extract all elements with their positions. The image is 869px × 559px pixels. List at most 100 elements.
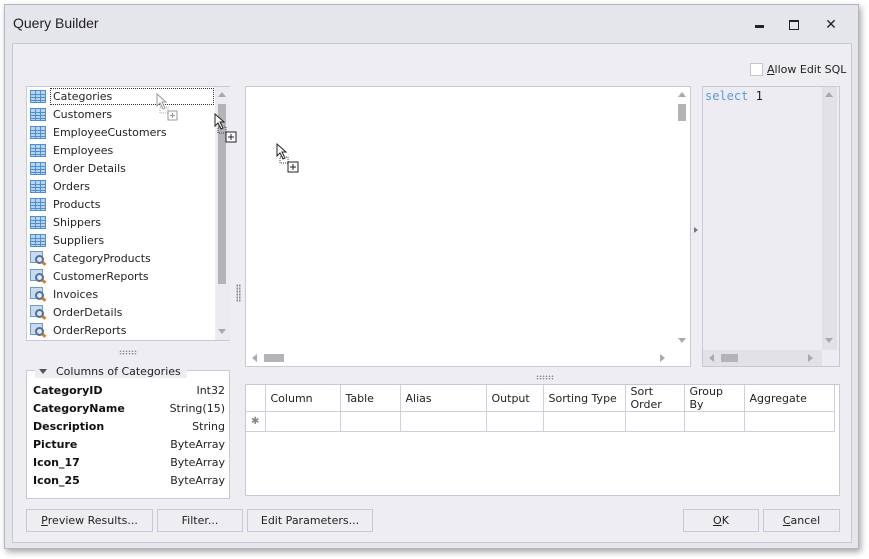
- grid-cell[interactable]: [684, 411, 745, 432]
- grid-cell[interactable]: [625, 411, 685, 432]
- scroll-left-arrow-icon[interactable]: [252, 354, 257, 362]
- expand-sql-arrow-icon[interactable]: [694, 227, 698, 233]
- grid-table: Column Table Alias Output Sorting Type Sort O…: [246, 385, 835, 432]
- scroll-up-arrow-icon[interactable]: [218, 92, 226, 97]
- columns-group-header[interactable]: Columns of Categories: [35, 364, 187, 378]
- close-icon: ✕: [825, 17, 837, 33]
- scroll-thumb[interactable]: [678, 104, 686, 121]
- table-list-item[interactable]: OrderReports: [27, 321, 215, 339]
- table-name: Customers: [53, 107, 113, 121]
- table-list-item[interactable]: OrderDetails: [27, 303, 215, 321]
- table-list-item[interactable]: Invoices: [27, 285, 215, 303]
- grid-header-sorting-type[interactable]: Sorting Type: [543, 385, 626, 412]
- scroll-left-arrow-icon[interactable]: [709, 354, 714, 362]
- table-name: Employees: [53, 143, 114, 157]
- sql-editor[interactable]: select 1: [702, 86, 840, 367]
- tables-list-panel: Categories Customers EmployeeCustomers Empl…: [26, 86, 230, 341]
- minimize-button[interactable]: [745, 13, 773, 37]
- scroll-thumb[interactable]: [264, 354, 284, 362]
- dialog-client-area: Allow Edit SQL Categories Customers Employ…: [12, 43, 852, 543]
- table-list-item[interactable]: Order Details: [27, 159, 215, 177]
- diagram-vertical-scrollbar[interactable]: [675, 87, 690, 350]
- table-name: Products: [53, 197, 101, 211]
- maximize-button[interactable]: [780, 13, 808, 37]
- grid-header-column[interactable]: Column: [265, 385, 341, 412]
- splitter-grip-vertical[interactable]: [236, 284, 241, 302]
- filter-button[interactable]: Filter...: [157, 509, 243, 532]
- table-list-item[interactable]: Categories: [27, 87, 215, 105]
- column-name: Picture: [33, 437, 78, 451]
- sql-horizontal-scrollbar[interactable]: [703, 350, 822, 366]
- grid-header-alias[interactable]: Alias: [400, 385, 487, 412]
- new-row[interactable]: ✱: [246, 411, 835, 432]
- table-icon: [30, 233, 46, 247]
- table-name: EmployeeCustomers: [53, 125, 167, 139]
- columns-group-title: Columns of Categories: [56, 364, 181, 378]
- table-icon: [30, 215, 46, 229]
- column-row[interactable]: CategoryName String(15): [33, 399, 225, 417]
- query-builder-window: Query Builder ✕ Allow Edit SQL Categorie…: [4, 4, 859, 549]
- column-row[interactable]: Picture ByteArray: [33, 435, 225, 453]
- column-row[interactable]: Description String: [33, 417, 225, 435]
- grid-header-sort-order[interactable]: Sort Order: [625, 385, 685, 412]
- table-list-item[interactable]: Employees: [27, 141, 215, 159]
- view-icon: [30, 251, 47, 266]
- table-icon: [30, 89, 46, 103]
- ok-button[interactable]: OK: [683, 509, 759, 532]
- table-list-item[interactable]: Products: [27, 195, 215, 213]
- table-icon: [30, 125, 46, 139]
- column-type: Int32: [196, 383, 225, 397]
- grid-header-aggregate[interactable]: Aggregate: [744, 385, 835, 412]
- splitter-grip-horizontal[interactable]: [119, 350, 137, 355]
- grid-header-table[interactable]: Table: [340, 385, 401, 412]
- splitter-grip-horizontal[interactable]: [536, 375, 554, 380]
- scroll-right-arrow-icon[interactable]: [660, 354, 665, 362]
- column-row[interactable]: Icon_17 ByteArray: [33, 453, 225, 471]
- table-icon: [30, 107, 46, 121]
- grid-header-group-by[interactable]: Group By: [684, 385, 745, 412]
- column-name: Icon_25: [33, 473, 80, 487]
- new-row-indicator-icon: ✱: [246, 411, 266, 432]
- sql-vertical-scrollbar[interactable]: [822, 87, 837, 350]
- table-list-item[interactable]: CustomerReports: [27, 267, 215, 285]
- columns-group: Columns of Categories CategoryID Int32 Cat…: [26, 364, 230, 499]
- query-columns-grid[interactable]: Column Table Alias Output Sorting Type Sort O…: [245, 384, 840, 496]
- diagram-canvas[interactable]: [245, 86, 691, 367]
- table-list-item[interactable]: CategoryProducts: [27, 249, 215, 267]
- scroll-down-arrow-icon[interactable]: [218, 329, 226, 334]
- scroll-up-arrow-icon[interactable]: [825, 92, 833, 97]
- grid-cell[interactable]: [744, 411, 835, 432]
- view-icon: [30, 305, 47, 320]
- diagram-horizontal-scrollbar[interactable]: [246, 350, 675, 366]
- table-icon: [30, 143, 46, 157]
- edit-parameters-button[interactable]: Edit Parameters...: [247, 509, 373, 532]
- table-name: Order Details: [53, 161, 126, 175]
- checkbox-box[interactable]: [750, 63, 763, 76]
- collapse-triangle-icon[interactable]: [39, 368, 47, 374]
- cancel-button[interactable]: Cancel: [763, 509, 840, 532]
- column-name: Icon_17: [33, 455, 80, 469]
- grid-header-output[interactable]: Output: [486, 385, 544, 412]
- scroll-down-arrow-icon[interactable]: [825, 338, 833, 343]
- preview-results-button[interactable]: Preview Results...: [26, 509, 153, 532]
- column-row[interactable]: Icon_25 ByteArray: [33, 471, 225, 489]
- drag-cursor-icon: [156, 93, 178, 121]
- grid-cell[interactable]: [340, 411, 401, 432]
- table-list-item[interactable]: Shippers: [27, 213, 215, 231]
- table-list-item[interactable]: EmployeeCustomers: [27, 123, 215, 141]
- column-row[interactable]: CategoryID Int32: [33, 381, 225, 399]
- maximize-icon: [789, 20, 799, 30]
- table-list-item[interactable]: Customers: [27, 105, 215, 123]
- table-list-item[interactable]: Orders: [27, 177, 215, 195]
- scroll-thumb[interactable]: [721, 354, 738, 362]
- scroll-right-arrow-icon[interactable]: [808, 354, 813, 362]
- grid-cell[interactable]: [400, 411, 487, 432]
- grid-cell[interactable]: [486, 411, 544, 432]
- scroll-down-arrow-icon[interactable]: [678, 338, 686, 343]
- scroll-up-arrow-icon[interactable]: [678, 92, 686, 97]
- grid-cell[interactable]: [265, 411, 341, 432]
- grid-cell[interactable]: [543, 411, 626, 432]
- table-list-item[interactable]: Suppliers: [27, 231, 215, 249]
- allow-edit-sql-checkbox[interactable]: Allow Edit SQL: [750, 63, 846, 76]
- close-button[interactable]: ✕: [817, 13, 845, 37]
